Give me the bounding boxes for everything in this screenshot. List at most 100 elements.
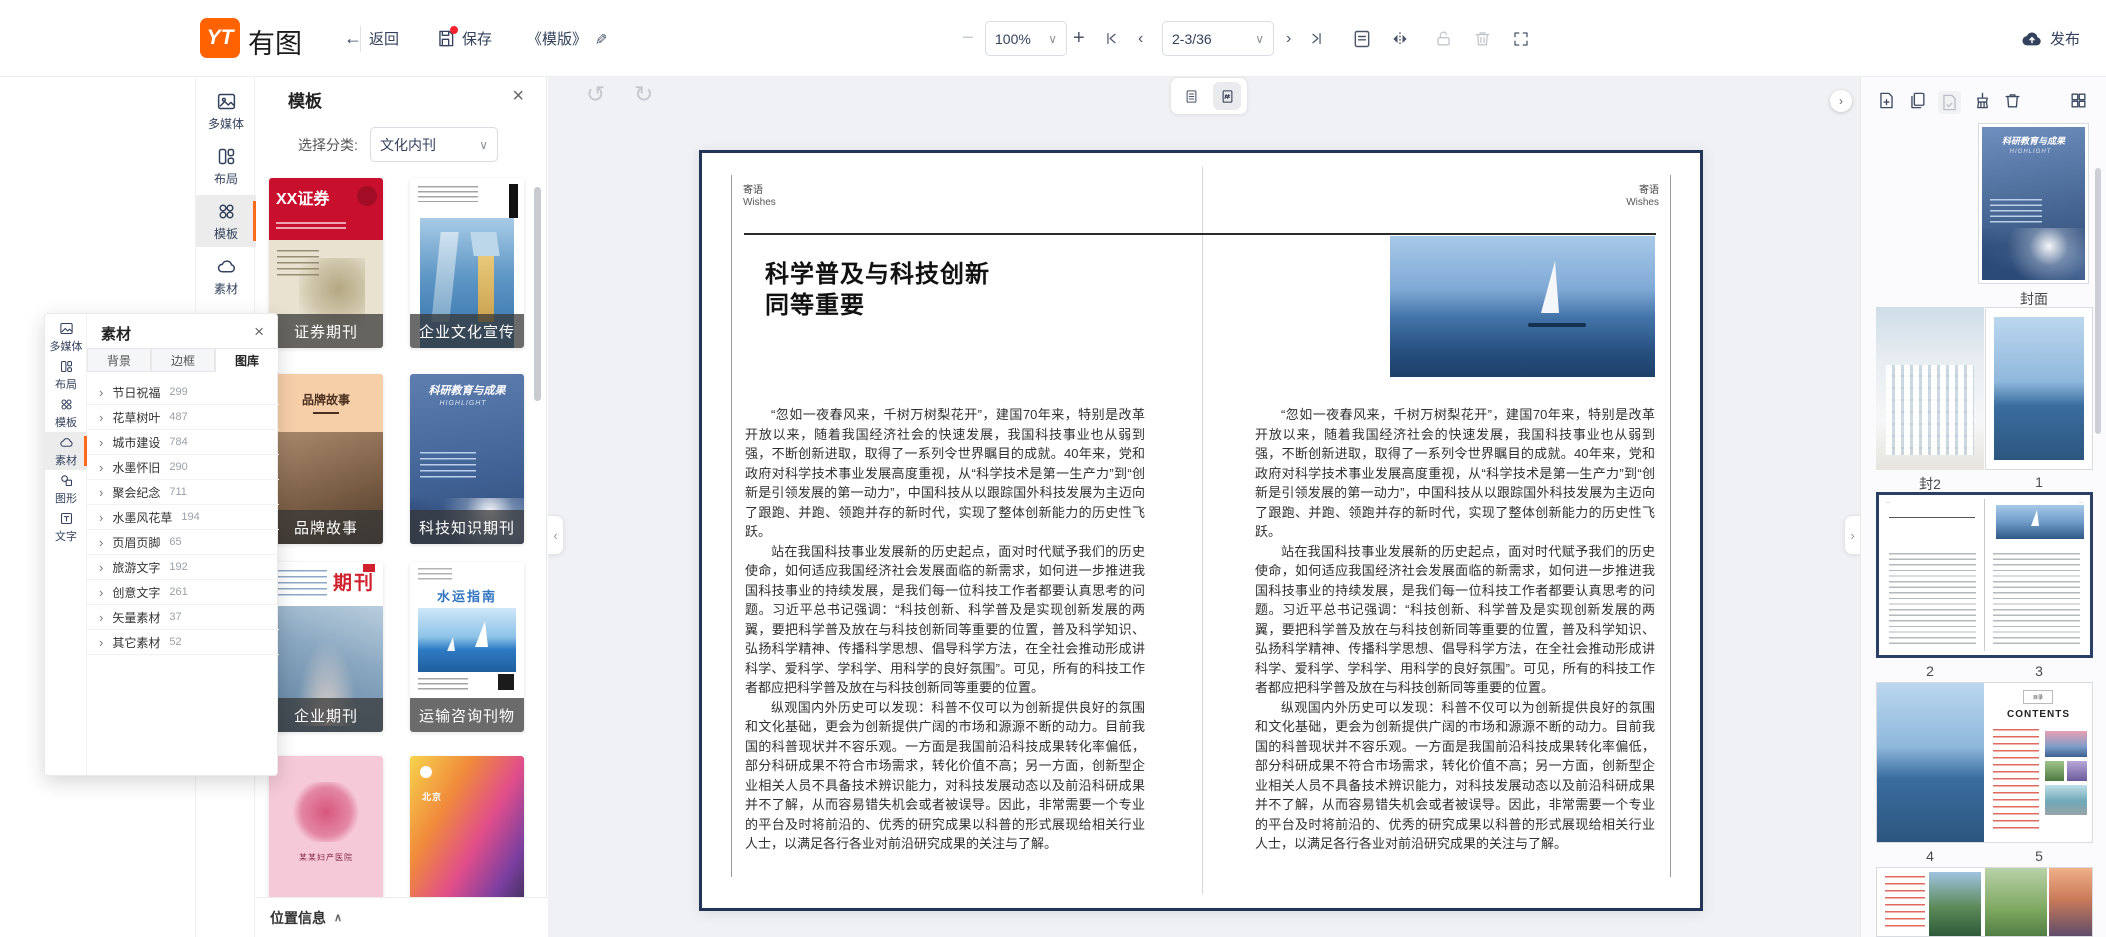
text-lines-placeholder: [277, 570, 327, 596]
assets-rail-item-templates[interactable]: 模板: [45, 394, 87, 432]
first-page-button[interactable]: [1103, 0, 1120, 77]
expand-chevron-icon: ›: [99, 485, 103, 500]
delete-icon[interactable]: [1473, 0, 1492, 77]
edit-title-icon[interactable]: ✎: [591, 32, 609, 45]
page-thumbnail-2-3-selected[interactable]: — —: [1876, 492, 2093, 658]
tab-label: 图库: [235, 352, 259, 369]
lock-icon[interactable]: [1434, 0, 1453, 77]
close-icon[interactable]: ×: [254, 323, 264, 340]
publish-button[interactable]: 发布: [2021, 0, 2080, 77]
paste-page-button[interactable]: [1938, 91, 1961, 114]
close-icon[interactable]: ×: [512, 86, 524, 106]
sailboat-image[interactable]: [1390, 236, 1655, 377]
collapse-left-panel-handle[interactable]: ‹: [548, 515, 564, 555]
tab-borders[interactable]: 边框: [151, 348, 215, 372]
prev-page-button[interactable]: ‹: [1138, 0, 1143, 77]
single-page-view-button[interactable]: [1177, 82, 1205, 110]
article-column-left[interactable]: “忽如一夜春风来，千树万树梨花开”，建国70年来，特别是改革开放以来，随着我国经…: [745, 405, 1145, 854]
template-panel: 模板 × 选择分类: 文化内刊 ∨ XX证券 证券期刊: [256, 77, 547, 937]
delete-page-button[interactable]: [2003, 91, 2022, 110]
assets-rail-item-layout[interactable]: 布局: [45, 356, 87, 394]
template-grid: XX证券 证券期刊 企业文化宣传: [256, 172, 547, 897]
undo-icon[interactable]: ↺: [586, 83, 605, 106]
last-page-button[interactable]: [1308, 0, 1325, 77]
save-button[interactable]: 保存: [436, 0, 492, 77]
page-thumbnail-1[interactable]: [1985, 307, 2093, 470]
template-panel-title: 模板: [288, 87, 322, 112]
sidebar-item-templates[interactable]: 模板: [196, 195, 256, 247]
page-spread[interactable]: 寄语 Wishes 寄语 Wishes 科学普及与科技创新 同等重要 “忽如一夜…: [699, 150, 1703, 911]
asset-category-row[interactable]: ›其它素材52: [87, 630, 279, 655]
assets-rail-item-multimedia[interactable]: 多媒体: [45, 318, 87, 356]
template-card-shipping-guide[interactable]: 水运指南 运输咨询刊物: [410, 562, 524, 732]
redo-icon[interactable]: ↻: [634, 83, 653, 106]
town-placeholder: [1886, 365, 1974, 455]
asset-category-row[interactable]: ›花草树叶487: [87, 405, 279, 430]
left-page-header[interactable]: 寄语 Wishes: [743, 185, 776, 209]
page-thumbnail-cover[interactable]: 科研教育与成果 HIGHLIGHT: [1978, 123, 2089, 284]
tab-backgrounds[interactable]: 背景: [87, 348, 151, 372]
asset-category-row[interactable]: ›创意文字261: [87, 580, 279, 605]
mirror-pages-icon[interactable]: [1390, 0, 1410, 77]
template-card-hospital[interactable]: 某某妇产医院: [269, 756, 383, 897]
template-card-beijing[interactable]: 北京: [410, 756, 524, 897]
template-card-securities[interactable]: XX证券 证券期刊: [269, 178, 383, 348]
save-label: 保存: [462, 28, 492, 49]
asset-category-row[interactable]: ›城市建设784: [87, 430, 279, 455]
page-thumbnail-4-5[interactable]: 目录 CONTENTS: [1876, 682, 2093, 843]
article-title-line2: 同等重要: [765, 290, 990, 321]
zoom-in-button[interactable]: +: [1073, 0, 1085, 77]
asset-category-row[interactable]: ›水墨怀旧290: [87, 455, 279, 480]
assets-rail-item-shapes[interactable]: 图形: [45, 470, 87, 508]
asset-category-row[interactable]: ›水墨风花草194: [87, 505, 279, 530]
grid-view-button[interactable]: [2069, 91, 2088, 110]
template-card-brand-story[interactable]: 品牌故事 品牌故事: [269, 374, 383, 544]
sidebar-item-layout[interactable]: 布局: [196, 140, 256, 192]
position-info-toggle[interactable]: 位置信息 ∧: [256, 897, 547, 937]
back-button[interactable]: ← 返回: [344, 0, 399, 77]
duplicate-page-button[interactable]: [1908, 91, 1927, 110]
right-page-header[interactable]: 寄语 Wishes: [1626, 185, 1659, 209]
page-settings-icon[interactable]: [1352, 0, 1372, 77]
zoom-level-select[interactable]: 100% ∨: [985, 21, 1067, 56]
category-name: 花草树叶: [112, 409, 160, 426]
page-thumbnail-6-7-partial[interactable]: [1876, 867, 2093, 937]
expand-chevron-icon: ›: [99, 635, 103, 650]
template-panel-scrollbar[interactable]: [534, 187, 541, 401]
clear-page-button[interactable]: [1973, 91, 1992, 110]
multimedia-icon: [59, 321, 74, 336]
asset-category-row[interactable]: ›矢量素材37: [87, 605, 279, 630]
cover-title: 科研教育与成果: [1985, 134, 2082, 147]
text-lines-placeholder: [1993, 553, 2080, 645]
template-card-enterprise-journal[interactable]: 期刊 企业期刊: [269, 562, 383, 732]
sidebar-item-assets[interactable]: 素材: [196, 250, 256, 302]
asset-category-row[interactable]: ›聚会纪念711: [87, 480, 279, 505]
category-count: 37: [169, 611, 181, 623]
document-title-text: 《模版》: [527, 28, 587, 49]
zoom-out-button[interactable]: −: [962, 0, 974, 77]
sidebar-item-multimedia[interactable]: 多媒体: [196, 85, 256, 137]
asset-category-row[interactable]: ›页眉页脚65: [87, 530, 279, 555]
collapse-right-panel-button[interactable]: ›: [1830, 90, 1852, 112]
asset-category-row[interactable]: ›旅游文字192: [87, 555, 279, 580]
template-card-science-journal[interactable]: 科研教育与成果 HIGHLIGHT 科技知识期刊: [410, 374, 524, 544]
pages-panel-scrollbar[interactable]: [2095, 168, 2101, 434]
assets-rail-item-text[interactable]: 文字: [45, 508, 87, 546]
article-column-right[interactable]: “忽如一夜春风来，千树万树梨花开”，建国70年来，特别是改革开放以来，随着我国经…: [1255, 405, 1655, 854]
page-thumbnail-inside-cover[interactable]: [1876, 307, 1984, 470]
asset-category-row[interactable]: ›节日祝福299: [87, 380, 279, 405]
category-select[interactable]: 文化内刊 ∨: [370, 127, 498, 162]
text-lines-placeholder: [276, 222, 346, 232]
assets-rail-item-assets[interactable]: 素材: [45, 432, 87, 470]
page-indicator-select[interactable]: 2-3/36 ∨: [1162, 21, 1274, 56]
article-title[interactable]: 科学普及与科技创新 同等重要: [765, 259, 990, 321]
next-page-button[interactable]: ›: [1286, 0, 1291, 77]
tab-gallery[interactable]: 图库: [215, 348, 279, 372]
facing-pages-view-button[interactable]: [1213, 82, 1241, 110]
app-logo[interactable]: YT: [200, 18, 240, 58]
fullscreen-icon[interactable]: [1512, 0, 1530, 77]
add-page-button[interactable]: [1877, 91, 1896, 110]
chevron-down-icon: ∨: [1255, 32, 1264, 46]
template-card-corporate-culture[interactable]: 企业文化宣传: [410, 178, 524, 348]
expand-right-panel-handle[interactable]: ›: [1844, 515, 1860, 555]
